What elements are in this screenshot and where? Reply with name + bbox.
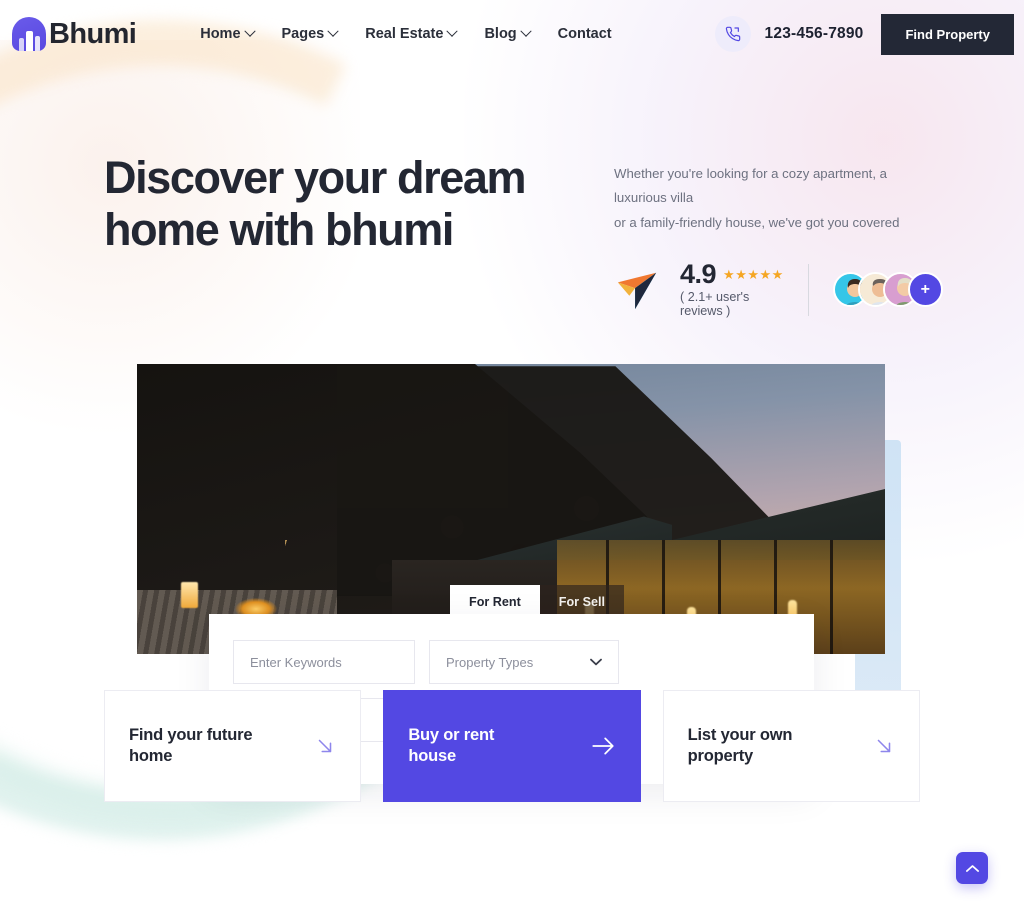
chevron-down-icon [446, 25, 459, 37]
nav-item-real-estate[interactable]: Real Estate [365, 25, 459, 42]
phone-number: 123-456-7890 [764, 25, 864, 42]
avatar-group[interactable]: + [832, 272, 943, 308]
rating-block: 4.9 ★★★★★ ( 2.1+ user's reviews ) + [614, 261, 943, 318]
card-title: Find your future home [129, 725, 252, 767]
chevron-up-icon [965, 864, 979, 872]
main-navigation: Home Pages Real Estate Blog Contact [200, 25, 612, 42]
nav-label: Real Estate [365, 26, 444, 42]
card-title-line-2: house [408, 747, 456, 766]
property-types-select[interactable]: Property Types [429, 640, 619, 685]
brand-logo[interactable]: Bhumi [12, 17, 137, 51]
hero-title-line-2: home with bhumi [104, 204, 454, 256]
feature-cards: Find your future home Buy or rent house … [0, 690, 1024, 803]
arrow-right-icon [592, 737, 614, 755]
page-title: Discover your dream home with bhumi [104, 152, 574, 256]
hero-description-line-2: or a family-friendly house, we've got yo… [614, 214, 900, 230]
card-title: Buy or rent house [408, 725, 494, 767]
phone-contact[interactable]: 123-456-7890 [714, 16, 864, 52]
nav-item-contact[interactable]: Contact [558, 26, 612, 42]
nav-item-blog[interactable]: Blog [484, 25, 532, 42]
card-title-line-1: Find your future [129, 726, 253, 745]
feature-card-buy-or-rent[interactable]: Buy or rent house [383, 690, 641, 803]
header-actions: 123-456-7890 Find Property [714, 13, 1014, 55]
brand-name: Bhumi [49, 17, 137, 50]
card-title-line-2: home [129, 747, 173, 766]
hero-section: Discover your dream home with bhumi Whet… [0, 68, 1024, 785]
feature-card-list-property[interactable]: List your own property [662, 690, 920, 803]
arrow-down-right-icon [877, 739, 891, 753]
card-title: List your own property [688, 725, 793, 767]
hero-title-line-1: Discover your dream [104, 152, 526, 203]
chevron-down-icon [327, 25, 339, 37]
nav-label: Blog [484, 26, 517, 42]
search-row-primary: Enter Keywords Property Types [233, 640, 790, 685]
rating-score: 4.9 [680, 259, 717, 290]
rating-reviews-label: ( 2.1+ user's reviews ) [680, 290, 750, 319]
hero-description-line-1: Whether you're looking for a cozy apartm… [614, 166, 887, 206]
photo-garden-lamp [181, 582, 198, 609]
nav-item-home[interactable]: Home [200, 25, 256, 42]
avatar-more-button[interactable]: + [907, 272, 943, 308]
keywords-placeholder: Enter Keywords [250, 654, 342, 670]
hero-photo-area: For Rent For Sell Enter Keywords Propert… [137, 364, 885, 785]
vertical-divider [807, 263, 809, 316]
chevron-down-icon [590, 658, 602, 666]
feature-card-find-home[interactable]: Find your future home [104, 690, 362, 803]
card-title-line-2: property [687, 747, 754, 766]
chevron-down-icon [519, 25, 532, 37]
arrow-down-right-icon [319, 739, 332, 753]
building-logo-icon [12, 17, 46, 51]
search-input[interactable]: Enter Keywords [233, 640, 415, 685]
paper-plane-icon [617, 272, 657, 309]
site-header: Bhumi Home Pages Real Estate Blog Contac… [0, 0, 1024, 68]
phone-icon [714, 16, 751, 52]
nav-label: Home [200, 26, 241, 42]
nav-item-pages[interactable]: Pages [281, 25, 339, 42]
find-property-button[interactable]: Find Property [881, 13, 1014, 55]
hero-aside: Whether you're looking for a cozy apartm… [614, 136, 943, 318]
nav-label: Pages [281, 26, 325, 42]
hero-description: Whether you're looking for a cozy apartm… [614, 162, 943, 235]
card-title-line-1: Buy or rent [408, 726, 495, 745]
rating-stars: ★★★★★ [723, 266, 784, 282]
hero-copy: Discover your dream home with bhumi [104, 136, 574, 256]
rating-text: 4.9 ★★★★★ ( 2.1+ user's reviews ) [680, 259, 784, 319]
property-types-value: Property Types [446, 654, 534, 670]
nav-label: Contact [557, 26, 612, 42]
chevron-down-icon [243, 25, 256, 37]
scroll-to-top-button[interactable] [956, 852, 988, 884]
card-title-line-1: List your own [687, 726, 793, 745]
